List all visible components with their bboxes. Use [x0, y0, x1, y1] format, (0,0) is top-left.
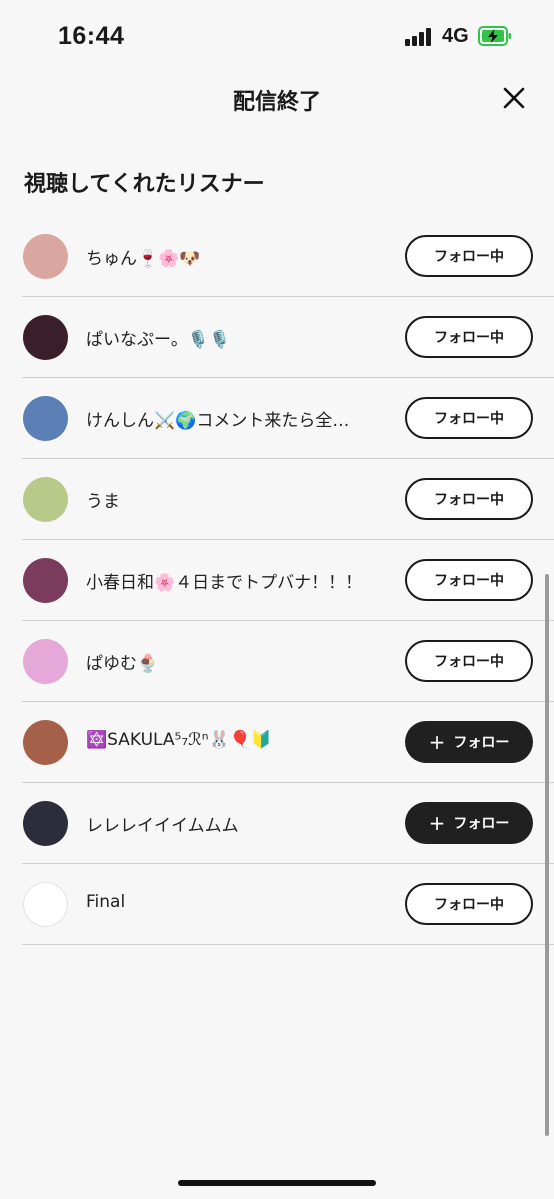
follow-button-label: フォロー中: [434, 654, 504, 670]
listener-row[interactable]: 小春日和🌸４日までトプバナ！！！ フォロー中: [22, 540, 554, 621]
following-button[interactable]: フォロー中: [405, 883, 533, 925]
listeners-section-title: 視聴してくれたリスナー: [24, 172, 265, 197]
avatar[interactable]: [23, 315, 68, 360]
listener-name: Final: [86, 892, 126, 912]
avatar[interactable]: [23, 720, 68, 765]
plus-icon: +: [428, 811, 446, 835]
listener-row[interactable]: Final フォロー中: [22, 864, 554, 945]
following-button[interactable]: フォロー中: [405, 559, 533, 601]
follow-button-label: フォロー: [453, 816, 510, 832]
status-time: 16:44: [58, 22, 125, 50]
avatar[interactable]: [23, 639, 68, 684]
header: 配信終了: [0, 72, 554, 124]
following-button[interactable]: フォロー中: [405, 235, 533, 277]
avatar[interactable]: [23, 558, 68, 603]
follow-button-label: フォロー: [453, 735, 510, 751]
listener-name: 🔯SAKULA⁵₇ℛⁿ🐰🎈🔰: [86, 730, 272, 750]
avatar[interactable]: [23, 801, 68, 846]
status-bar: 16:44 4G: [0, 0, 554, 72]
listener-name: 小春日和🌸４日までトプバナ！！！: [86, 573, 363, 593]
listener-list: ちゅん🍷🌸🐶 フォロー中 ぱいなぷー。🎙️🎙️ フォロー中 けんしん⚔️🌍コメント来たら…: [22, 216, 554, 945]
close-icon[interactable]: [500, 84, 528, 112]
listener-name: レレレイイイムムム: [86, 816, 239, 836]
listener-name: ぱゆむ🍨: [86, 654, 159, 674]
listener-name: ちゅん🍷🌸🐶: [86, 249, 201, 269]
listener-row[interactable]: ぱゆむ🍨 フォロー中: [22, 621, 554, 702]
listener-row[interactable]: 🔯SAKULA⁵₇ℛⁿ🐰🎈🔰 + フォロー: [22, 702, 554, 783]
listener-name: けんしん⚔️🌍コメント来たら全…: [86, 411, 350, 431]
follow-button-label: フォロー中: [434, 897, 504, 913]
follow-button-label: フォロー中: [434, 573, 504, 589]
follow-button-label: フォロー中: [434, 249, 504, 265]
avatar[interactable]: [23, 477, 68, 522]
listener-row[interactable]: ちゅん🍷🌸🐶 フォロー中: [22, 216, 554, 297]
follow-button[interactable]: + フォロー: [405, 721, 533, 763]
listener-row[interactable]: ぱいなぷー。🎙️🎙️ フォロー中: [22, 297, 554, 378]
listener-name: ぱいなぷー。🎙️🎙️: [86, 330, 231, 350]
following-button[interactable]: フォロー中: [405, 478, 533, 520]
follow-button-label: フォロー中: [434, 492, 504, 508]
avatar[interactable]: [23, 234, 68, 279]
listener-row[interactable]: けんしん⚔️🌍コメント来たら全… フォロー中: [22, 378, 554, 459]
following-button[interactable]: フォロー中: [405, 316, 533, 358]
follow-button-label: フォロー中: [434, 330, 504, 346]
listener-row[interactable]: レレレイイイムムム + フォロー: [22, 783, 554, 864]
scrollbar[interactable]: [545, 574, 549, 1136]
follow-button-label: フォロー中: [434, 411, 504, 427]
avatar[interactable]: [23, 396, 68, 441]
avatar[interactable]: [23, 882, 68, 927]
listener-name: うま: [86, 492, 120, 512]
signal-strength-icon: [405, 28, 435, 46]
page-title: 配信終了: [232, 90, 321, 115]
listener-row[interactable]: うま フォロー中: [22, 459, 554, 540]
follow-button[interactable]: + フォロー: [405, 802, 533, 844]
network-label: 4G: [442, 25, 469, 47]
battery-charging-icon: [478, 26, 511, 46]
following-button[interactable]: フォロー中: [405, 640, 533, 682]
following-button[interactable]: フォロー中: [405, 397, 533, 439]
plus-icon: +: [428, 730, 446, 754]
home-indicator[interactable]: [178, 1180, 376, 1186]
